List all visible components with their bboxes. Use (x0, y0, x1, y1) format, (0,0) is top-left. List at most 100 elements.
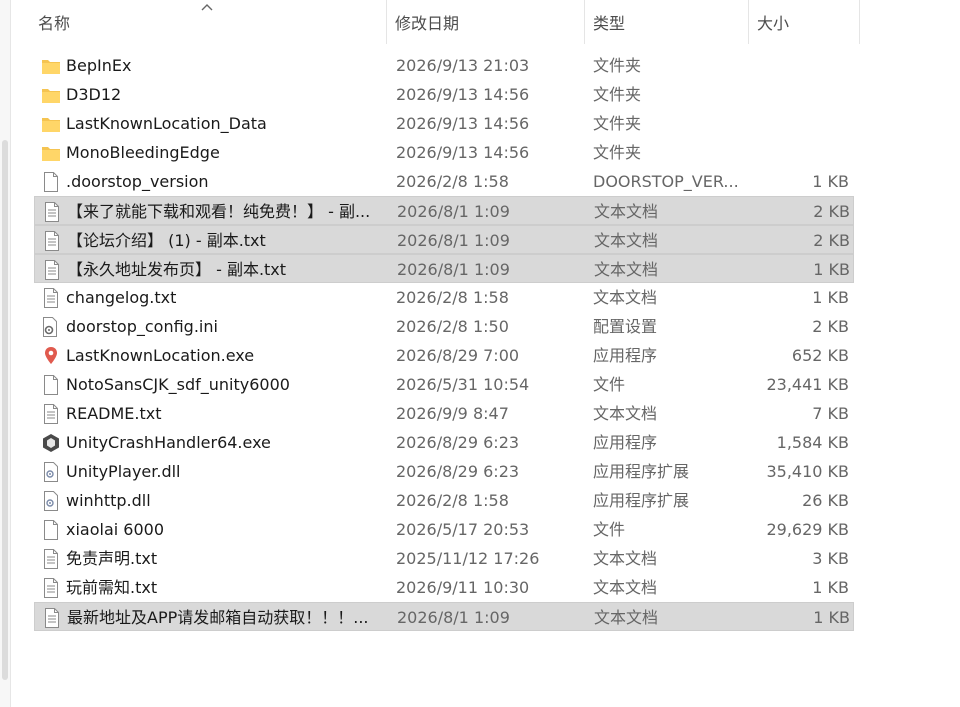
file-type: 文件夹 (593, 56, 642, 75)
column-header-size[interactable]: 大小 (748, 0, 860, 44)
column-header-type[interactable]: 类型 (584, 0, 748, 44)
file-date: 2026/9/13 14:56 (396, 143, 530, 162)
file-row[interactable]: LastKnownLocation.exe 2026/8/29 7:00 应用程序 6… (34, 341, 854, 370)
file-row[interactable]: README.txt 2026/9/9 8:47 文本文档 7 KB (34, 399, 854, 428)
file-row[interactable]: doorstop_config.ini 2026/2/8 1:50 配置设置 2 KB (34, 312, 854, 341)
file-row[interactable]: 最新地址及APP请发邮箱自动获取！！！... 2026/8/1 1:09 文本文档 1… (34, 602, 854, 631)
text-file-icon (41, 603, 63, 632)
file-size: 652 KB (791, 346, 849, 365)
file-row[interactable]: xiaolai 6000 2026/5/17 20:53 文件 29,629 KB (34, 515, 854, 544)
file-name: 玩前需知.txt (66, 578, 158, 597)
folder-icon (40, 138, 62, 167)
file-size: 7 KB (812, 404, 849, 423)
file-name: MonoBleedingEdge (66, 143, 220, 162)
file-type: 文件 (593, 375, 626, 394)
file-type: 应用程序扩展 (593, 491, 690, 510)
file-row[interactable]: 玩前需知.txt 2026/9/11 10:30 文本文档 1 KB (34, 573, 854, 602)
file-row[interactable]: D3D12 2026/9/13 14:56 文件夹 (34, 80, 854, 109)
file-date: 2026/8/29 6:23 (396, 462, 520, 481)
left-scrollbar[interactable] (0, 0, 11, 707)
file-date: 2026/8/1 1:09 (397, 260, 510, 279)
column-header-name[interactable]: 名称 (30, 0, 386, 44)
file-name: changelog.txt (66, 288, 177, 307)
column-header-date[interactable]: 修改日期 (386, 0, 584, 44)
file-name: 免责声明.txt (66, 549, 158, 568)
file-row[interactable]: BepInEx 2026/9/13 21:03 文件夹 (34, 51, 854, 80)
file-row[interactable]: winhttp.dll 2026/2/8 1:58 应用程序扩展 26 KB (34, 486, 854, 515)
file-row[interactable]: .doorstop_version 2026/2/8 1:58 DOORSTOP_V… (34, 167, 854, 196)
file-type: 应用程序扩展 (593, 462, 690, 481)
column-header-size-label: 大小 (757, 14, 790, 33)
file-size: 35,410 KB (766, 462, 849, 481)
dll-file-icon (40, 486, 62, 515)
file-size: 2 KB (813, 231, 850, 250)
file-name: 【来了就能下载和观看！纯免费！】 - 副... (67, 202, 371, 221)
text-file-icon (40, 573, 62, 602)
file-name: UnityPlayer.dll (66, 462, 181, 481)
file-type: 配置设置 (593, 317, 658, 336)
file-size: 1 KB (813, 260, 850, 279)
file-type: 文本文档 (593, 549, 658, 568)
file-name: README.txt (66, 404, 162, 423)
file-row[interactable]: 【永久地址发布页】 - 副本.txt 2026/8/1 1:09 文本文档 1 KB (34, 254, 854, 283)
file-type: 文本文档 (593, 404, 658, 423)
folder-icon (40, 109, 62, 138)
file-date: 2026/8/1 1:09 (397, 231, 510, 250)
file-date: 2026/2/8 1:50 (396, 317, 509, 336)
file-date: 2026/2/8 1:58 (396, 172, 509, 191)
column-header-bar: 名称 修改日期 类型 大小 (30, 0, 860, 44)
file-type: 文本文档 (594, 608, 659, 627)
file-type: 文件夹 (593, 85, 642, 104)
file-type: 应用程序 (593, 346, 658, 365)
file-row[interactable]: LastKnownLocation_Data 2026/9/13 14:56 文件夹 (34, 109, 854, 138)
scrollbar-thumb[interactable] (2, 140, 8, 680)
file-type: 文件 (593, 520, 626, 539)
file-row[interactable]: MonoBleedingEdge 2026/9/13 14:56 文件夹 (34, 138, 854, 167)
file-size (754, 51, 849, 80)
file-date: 2026/9/13 14:56 (396, 85, 530, 104)
file-row[interactable]: changelog.txt 2026/2/8 1:58 文本文档 1 KB (34, 283, 854, 312)
file-type: 文本文档 (594, 260, 659, 279)
file-name: xiaolai 6000 (66, 520, 165, 539)
sort-ascending-icon (200, 2, 214, 12)
file-row[interactable]: 免责声明.txt 2025/11/12 17:26 文本文档 3 KB (34, 544, 854, 573)
file-name: D3D12 (66, 85, 122, 104)
location-pin-icon (40, 341, 62, 370)
file-size: 3 KB (812, 549, 849, 568)
file-size (754, 109, 849, 138)
file-size: 1 KB (812, 172, 849, 191)
file-name: winhttp.dll (66, 491, 151, 510)
file-date: 2026/9/13 21:03 (396, 56, 530, 75)
file-row[interactable]: UnityPlayer.dll 2026/8/29 6:23 应用程序扩展 35,41… (34, 457, 854, 486)
file-date: 2026/2/8 1:58 (396, 288, 509, 307)
file-name: 【永久地址发布页】 - 副本.txt (67, 260, 287, 279)
text-file-icon (40, 399, 62, 428)
file-size: 1 KB (812, 578, 849, 597)
file-date: 2026/8/1 1:09 (397, 608, 510, 627)
file-date: 2026/8/1 1:09 (397, 202, 510, 221)
file-date: 2026/8/29 7:00 (396, 346, 520, 365)
file-list: BepInEx 2026/9/13 21:03 文件夹 D3D12 2026/9/13 … (34, 51, 856, 631)
file-row[interactable]: 【来了就能下载和观看！纯免费！】 - 副... 2026/8/1 1:09 文本文档… (34, 196, 854, 225)
file-size: 23,441 KB (766, 375, 849, 394)
file-type: 文本文档 (593, 578, 658, 597)
text-file-icon (41, 226, 63, 255)
folder-icon (40, 80, 62, 109)
folder-icon (40, 51, 62, 80)
file-size: 1 KB (812, 288, 849, 307)
file-row[interactable]: NotoSansCJK_sdf_unity6000 2026/5/31 10:54… (34, 370, 854, 399)
file-date: 2026/9/9 8:47 (396, 404, 509, 423)
file-type: 文件夹 (593, 143, 642, 162)
file-type: 文件夹 (593, 114, 642, 133)
text-file-icon (41, 197, 63, 226)
file-name: UnityCrashHandler64.exe (66, 433, 271, 452)
file-row[interactable]: 【论坛介绍】 (1) - 副本.txt 2026/8/1 1:09 文本文档 2 KB (34, 225, 854, 254)
file-row[interactable]: UnityCrashHandler64.exe 2026/8/29 6:23 应用程… (34, 428, 854, 457)
file-name: LastKnownLocation.exe (66, 346, 255, 365)
text-file-icon (41, 255, 63, 284)
file-date: 2026/5/31 10:54 (396, 375, 530, 394)
file-name: NotoSansCJK_sdf_unity6000 (66, 375, 290, 394)
config-file-icon (40, 312, 62, 341)
file-size: 1 KB (813, 608, 850, 627)
file-size: 26 KB (802, 491, 849, 510)
